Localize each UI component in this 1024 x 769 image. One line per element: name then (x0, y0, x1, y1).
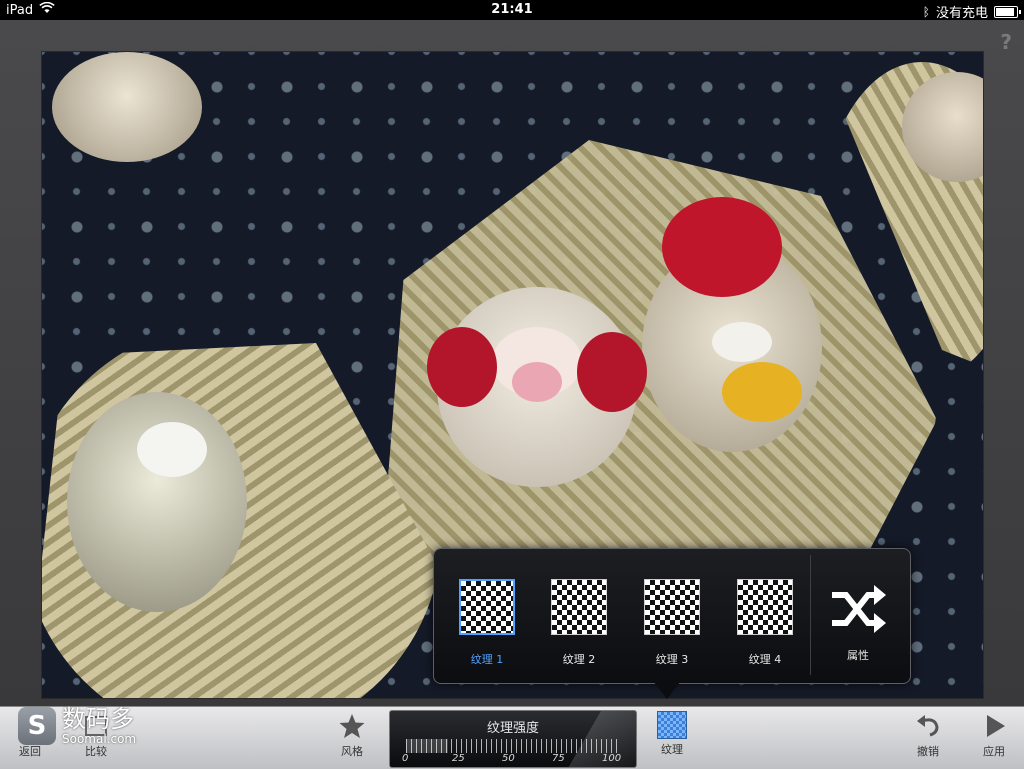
shuffle-icon (818, 583, 898, 635)
properties-button[interactable]: 属性 (818, 583, 898, 663)
undo-button[interactable]: 撤销 (898, 711, 958, 759)
texture-button[interactable]: 纹理 (642, 711, 702, 757)
help-icon[interactable]: ? (1000, 30, 1012, 54)
style-button[interactable]: 风格 (322, 711, 382, 759)
texture-option-label: 纹理 3 (655, 653, 689, 666)
apply-label: 应用 (983, 745, 1005, 758)
texture-thumbnail (737, 579, 793, 635)
texture-option-3[interactable]: 纹理 3 (637, 579, 707, 667)
play-icon (964, 711, 1024, 741)
bluetooth-icon: ᛒ (922, 4, 930, 19)
popover-arrow (653, 681, 681, 699)
apply-button[interactable]: 应用 (964, 711, 1024, 759)
star-icon (322, 711, 382, 741)
texture-option-2[interactable]: 纹理 2 (544, 579, 614, 667)
slider-fill (406, 739, 449, 753)
slider-tick-label: 0 (402, 753, 409, 764)
status-time: 21:41 (491, 2, 533, 17)
texture-popover: 纹理 1 纹理 2 纹理 3 纹理 4 属性 (433, 548, 911, 684)
slider-tick-label: 25 (452, 753, 465, 764)
texture-thumbnail (551, 579, 607, 635)
battery-icon (994, 5, 1021, 18)
watermark: S 数码多 Soomal.com (18, 701, 188, 751)
texture-option-label: 纹理 1 (470, 653, 504, 666)
slider-glare (556, 711, 636, 767)
charging-status: 没有充电 (935, 6, 988, 21)
texture-label: 纹理 (661, 743, 683, 756)
photo-figure-red-hat (642, 197, 822, 452)
undo-icon (898, 711, 958, 741)
texture-option-label: 纹理 2 (562, 653, 596, 666)
undo-label: 撤销 (917, 745, 939, 758)
style-label: 风格 (341, 745, 363, 758)
slider-tick-label: 50 (502, 753, 515, 764)
texture-option-4[interactable]: 纹理 4 (730, 579, 800, 667)
bottom-toolbar: 返回 比较 S 数码多 Soomal.com 风格 纹理强度 0 25 50 7… (0, 706, 1024, 769)
properties-label: 属性 (847, 649, 869, 662)
popover-divider (810, 555, 811, 675)
texture-thumbnail (644, 579, 700, 635)
texture-option-label: 纹理 4 (748, 653, 782, 666)
texture-strength-slider[interactable]: 纹理强度 0 25 50 75 100 (389, 710, 637, 768)
photo-figure-top-left (52, 52, 202, 162)
texture-option-1[interactable]: 纹理 1 (452, 579, 522, 667)
watermark-en: Soomal.com (62, 732, 137, 746)
photo-figure-horse (67, 392, 247, 612)
watermark-logo: S (18, 707, 56, 745)
texture-icon (657, 711, 687, 739)
watermark-cn: 数码多 (62, 705, 134, 733)
texture-thumbnail (459, 579, 515, 635)
photo-figure-sheep (427, 287, 647, 487)
status-bar: iPad 21:41 ᛒ 没有充电 (0, 0, 1024, 21)
